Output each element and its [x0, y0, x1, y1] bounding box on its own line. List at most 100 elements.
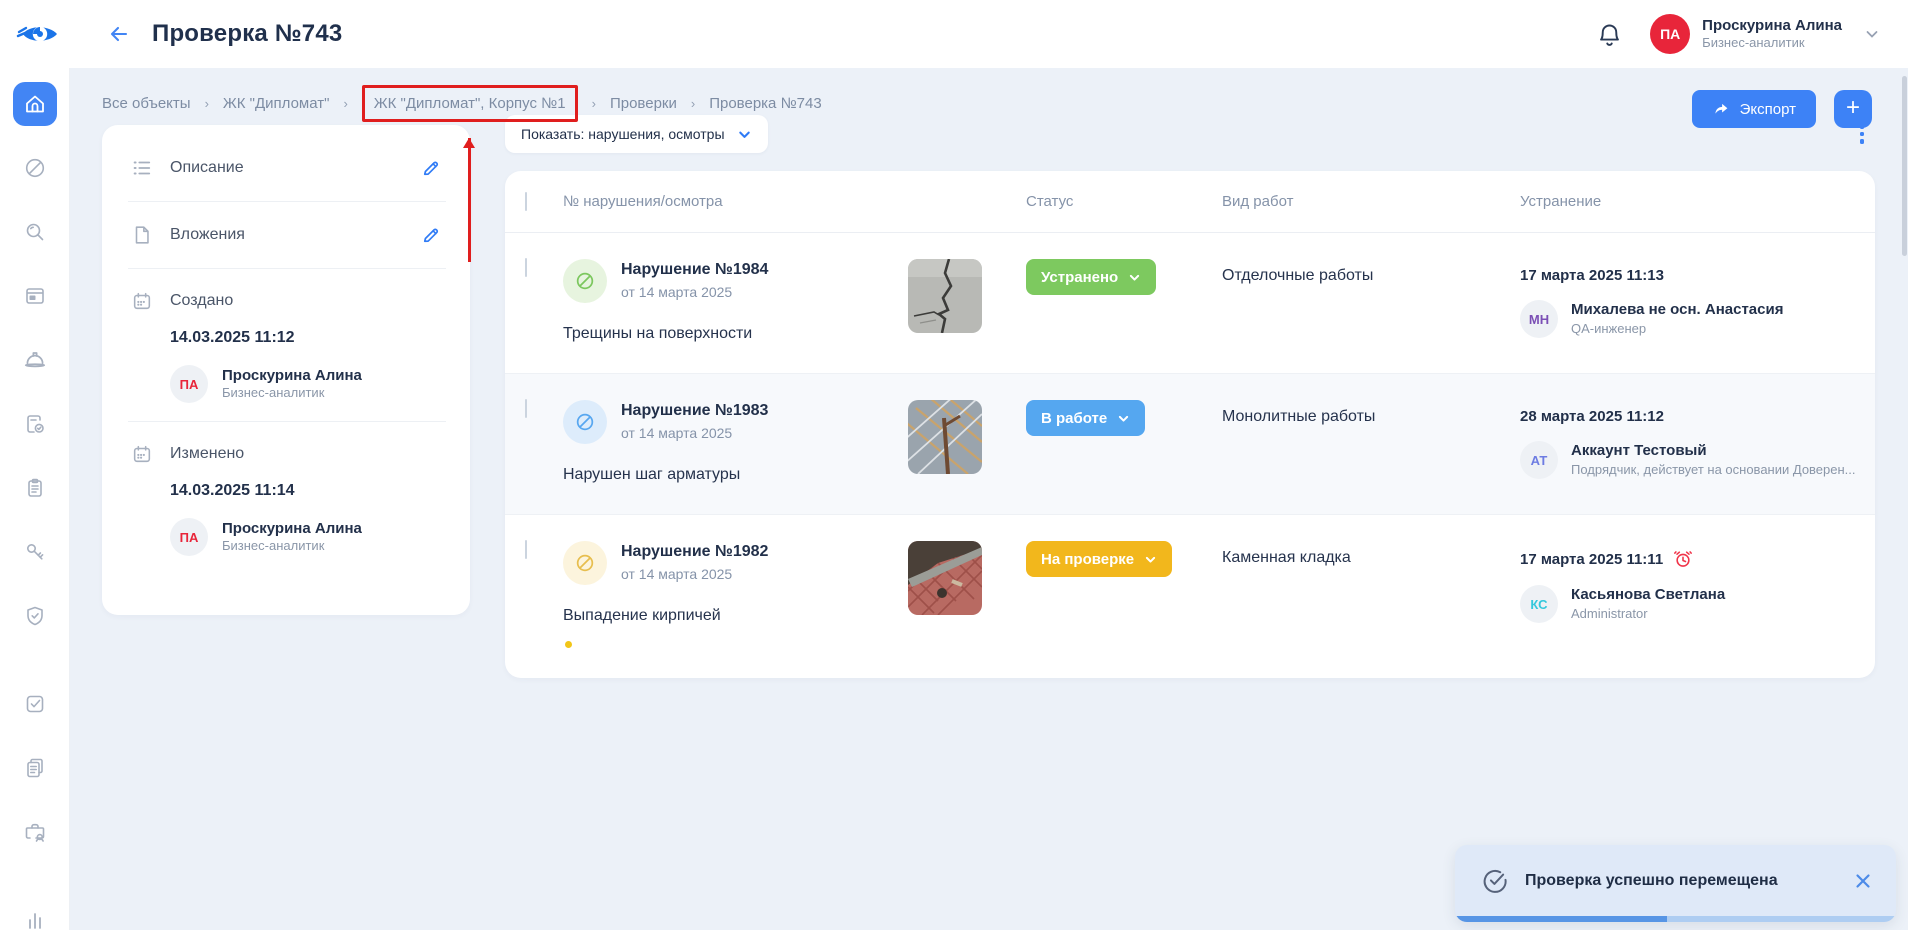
avatar: ПА — [170, 365, 208, 403]
add-button[interactable]: + — [1834, 90, 1872, 128]
select-all-checkbox[interactable] — [525, 192, 527, 211]
violation-title[interactable]: Нарушение №1983 — [621, 402, 768, 420]
avatar: МН — [1520, 300, 1558, 338]
sidebar-item-inspections[interactable] — [13, 402, 57, 446]
user-role: Бизнес-аналитик — [1702, 35, 1842, 51]
author-name: Проскурина Алина — [222, 519, 362, 539]
toast-progress-bar — [1455, 916, 1896, 922]
sidebar-item-home[interactable] — [13, 82, 57, 126]
sidebar-item-documents[interactable] — [13, 746, 57, 790]
note-dot — [565, 641, 572, 648]
table-header-row: № нарушения/осмотра Статус Вид работ Уст… — [505, 171, 1875, 233]
sidebar-item-construction[interactable] — [13, 338, 57, 382]
toast-notification: Проверка успешно перемещена — [1455, 845, 1896, 922]
calendar-icon — [130, 442, 154, 466]
sidebar-item-zones[interactable] — [13, 146, 57, 190]
edit-description-button[interactable] — [418, 155, 444, 181]
list-icon — [130, 156, 154, 180]
user-avatar: ПА — [1650, 14, 1690, 54]
violation-title[interactable]: Нарушение №1984 — [621, 261, 768, 279]
violation-photo[interactable] — [908, 400, 982, 474]
breadcrumb-separator: › — [343, 96, 347, 111]
work-type: Монолитные работы — [1222, 400, 1520, 426]
row-checkbox[interactable] — [525, 540, 527, 559]
breadcrumb-item-all-objects[interactable]: Все объекты — [102, 95, 191, 112]
violation-title[interactable]: Нарушение №1982 — [621, 543, 768, 561]
created-label: Создано — [170, 292, 233, 310]
sidebar-item-search[interactable] — [13, 210, 57, 254]
row-checkbox[interactable] — [525, 399, 527, 418]
user-menu[interactable]: ПА Проскурина Алина Бизнес-аналитик — [1650, 14, 1880, 54]
column-header-work-type: Вид работ — [1222, 193, 1520, 210]
status-badge[interactable]: На проверке — [1026, 541, 1172, 577]
chevron-down-icon — [1864, 26, 1880, 42]
violation-type-icon — [563, 541, 607, 585]
row-checkbox[interactable] — [525, 258, 527, 277]
app-logo-eye-icon[interactable] — [10, 14, 68, 54]
export-button[interactable]: Экспорт — [1692, 90, 1816, 128]
annotation-arrow-up — [463, 121, 477, 255]
sidebar-item-checklists[interactable] — [13, 466, 57, 510]
attachments-row: Вложения — [130, 202, 444, 268]
key-icon — [23, 540, 47, 564]
status-badge[interactable]: В работе — [1026, 400, 1145, 436]
description-label: Описание — [170, 159, 402, 177]
briefcase-user-icon — [23, 820, 47, 844]
resolution-datetime: 17 марта 2025 11:13 — [1520, 267, 1664, 284]
sidebar-item-security[interactable] — [13, 594, 57, 638]
scrollbar-thumb[interactable] — [1902, 76, 1907, 256]
breadcrumb-item-building-highlighted[interactable]: ЖК "Дипломат", Корпус №1 — [362, 85, 578, 122]
sidebar-item-projects[interactable] — [13, 274, 57, 318]
assignee-name: Аккаунт Тестовый — [1571, 441, 1856, 461]
sidebar-item-access[interactable] — [13, 530, 57, 574]
avatar: КС — [1520, 585, 1558, 623]
status-badge[interactable]: Устранено — [1026, 259, 1156, 295]
toast-close-icon[interactable] — [1852, 870, 1874, 892]
chevron-down-icon — [1144, 553, 1157, 566]
modified-by-user: ПА Проскурина Алина Бизнес-аналитик — [170, 518, 444, 556]
chevron-down-icon — [1117, 412, 1130, 425]
breadcrumb-item-current[interactable]: Проверка №743 — [709, 95, 821, 112]
author-role: Бизнес-аналитик — [222, 385, 362, 402]
table-row[interactable]: Нарушение №1984 от 14 марта 2025 Трещины… — [505, 233, 1875, 373]
assignee: АТ Аккаунт Тестовый Подрядчик, действует… — [1520, 441, 1856, 479]
column-header-resolution: Устранение — [1520, 193, 1875, 210]
back-button[interactable] — [104, 19, 134, 49]
breadcrumb-separator: › — [691, 96, 695, 111]
notifications-bell-icon[interactable] — [1594, 19, 1624, 49]
sidebar-nav — [0, 68, 70, 930]
attachments-label: Вложения — [170, 226, 402, 244]
plus-icon: + — [1846, 96, 1860, 120]
sidebar-item-contractors[interactable] — [13, 810, 57, 854]
column-header-status: Статус — [1026, 193, 1222, 210]
assignee: КС Касьянова Светлана Administrator — [1520, 585, 1855, 623]
user-name: Проскурина Алина — [1702, 17, 1842, 36]
breadcrumb-item-complex[interactable]: ЖК "Дипломат" — [223, 95, 330, 112]
assignee-role: QA-инженер — [1571, 320, 1783, 338]
sidebar-item-tasks[interactable] — [13, 682, 57, 726]
assignee-role: Подрядчик, действует на основании Довере… — [1571, 461, 1856, 479]
zones-icon — [23, 156, 47, 180]
sidebar-item-analytics[interactable] — [13, 898, 57, 930]
table-row[interactable]: Нарушение №1983 от 14 марта 2025 Нарушен… — [505, 373, 1875, 515]
edit-attachments-button[interactable] — [418, 222, 444, 248]
column-header-number: № нарушения/осмотра — [563, 193, 908, 210]
table-row[interactable]: Нарушение №1982 от 14 марта 2025 Выпаден… — [505, 515, 1875, 678]
inspection-check-icon — [23, 412, 47, 436]
toast-message: Проверка успешно перемещена — [1525, 872, 1836, 890]
breadcrumb: Все объекты › ЖК "Дипломат" › ЖК "Диплом… — [102, 68, 822, 138]
status-label: На проверке — [1041, 551, 1134, 568]
status-label: В работе — [1041, 410, 1107, 427]
file-icon — [130, 223, 154, 247]
breadcrumb-item-inspections[interactable]: Проверки — [610, 95, 677, 112]
assignee: МН Михалева не осн. Анастасия QA-инженер — [1520, 300, 1855, 338]
analytics-icon — [23, 908, 47, 930]
violation-date: от 14 марта 2025 — [621, 425, 768, 441]
avatar: ПА — [170, 518, 208, 556]
violation-description: Нарушен шаг арматуры — [563, 466, 908, 484]
calendar-icon — [130, 289, 154, 313]
violations-section: Показать: нарушения, осмотры № нарушения… — [505, 113, 1875, 678]
violation-photo[interactable] — [908, 259, 982, 333]
violation-photo[interactable] — [908, 541, 982, 615]
top-header: Проверка №743 ПА Проскурина Алина Бизнес… — [0, 0, 1908, 68]
